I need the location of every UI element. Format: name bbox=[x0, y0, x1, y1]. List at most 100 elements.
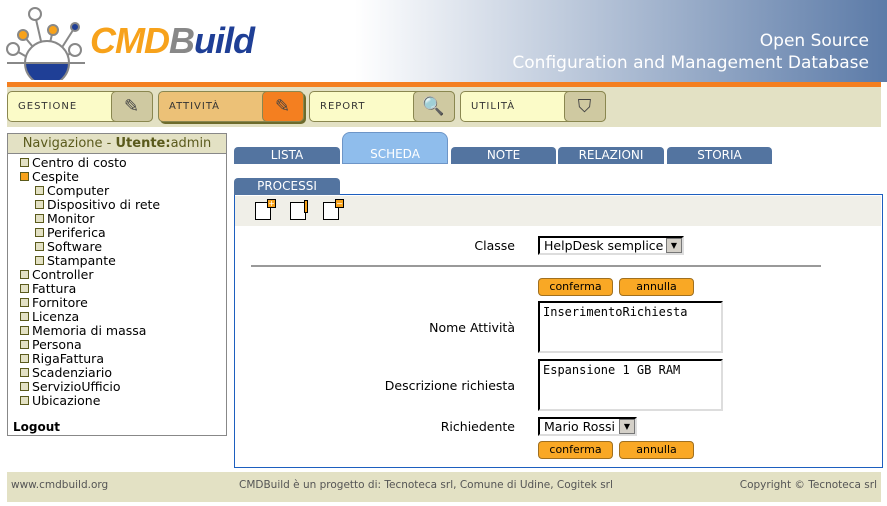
tree-item[interactable]: Persona bbox=[20, 338, 226, 352]
tab-lista[interactable]: LISTA bbox=[234, 147, 340, 164]
confirm-button[interactable]: conferma bbox=[538, 278, 613, 296]
tree-item-label: Software bbox=[47, 239, 103, 254]
expand-icon[interactable] bbox=[20, 298, 29, 307]
tree-item[interactable]: Controller bbox=[20, 268, 226, 282]
tree-item[interactable]: Stampante bbox=[20, 254, 226, 268]
remove-card-icon[interactable]: − bbox=[323, 199, 344, 220]
richiedente-select[interactable]: Mario Rossi ▼ bbox=[538, 417, 637, 436]
header: CMDBuild Open Source Configuration and Ma… bbox=[0, 0, 887, 82]
expand-icon[interactable] bbox=[35, 228, 44, 237]
tree-item[interactable]: Ubicazione bbox=[20, 394, 226, 408]
expand-icon[interactable] bbox=[20, 396, 29, 405]
tools-icon: ⛉ bbox=[564, 91, 606, 122]
expand-icon[interactable] bbox=[20, 326, 29, 335]
menu-attivita[interactable]: ATTIVITÀ ✎ bbox=[158, 91, 304, 122]
cmdbuild-logo-icon bbox=[6, 7, 85, 80]
confirm-button-bottom[interactable]: conferma bbox=[538, 441, 613, 459]
class-tree: Centro di costo Cespite Computer Dispositiv… bbox=[8, 156, 226, 408]
pen-icon: ✎ bbox=[262, 91, 304, 122]
expand-icon[interactable] bbox=[20, 382, 29, 391]
tab-scheda[interactable]: SCHEDA bbox=[342, 132, 448, 164]
expand-icon[interactable] bbox=[35, 214, 44, 223]
expand-icon[interactable] bbox=[20, 172, 29, 181]
footer-website-link[interactable]: www.cmdbuild.org bbox=[11, 472, 108, 499]
expand-icon[interactable] bbox=[35, 186, 44, 195]
tree-item-label: Persona bbox=[32, 337, 82, 352]
footer: www.cmdbuild.org CMDBuild è un progetto … bbox=[7, 472, 881, 502]
descrizione-field[interactable]: Espansione 1 GB RAM bbox=[538, 359, 723, 411]
tree-item-label: Controller bbox=[32, 267, 94, 282]
expand-icon[interactable] bbox=[20, 312, 29, 321]
expand-icon[interactable] bbox=[20, 158, 29, 167]
expand-icon[interactable] bbox=[20, 368, 29, 377]
tree-item[interactable]: Scadenziario bbox=[20, 366, 226, 380]
cancel-button[interactable]: annulla bbox=[619, 278, 694, 296]
toolbar: + − bbox=[235, 196, 881, 226]
tree-item[interactable]: Memoria di massa bbox=[20, 324, 226, 338]
pen-icon: ✎ bbox=[111, 91, 153, 122]
tab-note[interactable]: NOTE bbox=[451, 147, 556, 164]
expand-icon[interactable] bbox=[35, 256, 44, 265]
nome-attivita-field[interactable]: InserimentoRichiesta bbox=[538, 301, 723, 353]
richiedente-label: Richiedente bbox=[440, 419, 515, 434]
tree-item-label: Dispositivo di rete bbox=[47, 197, 161, 212]
logo-text: CMDBuild bbox=[90, 20, 255, 61]
edit-card-icon[interactable] bbox=[290, 200, 308, 220]
footer-credits: CMDBuild è un progetto di: Tecnoteca srl… bbox=[239, 479, 613, 491]
tree-item-label: ServizioUfficio bbox=[32, 379, 121, 394]
tree-item-label: Scadenziario bbox=[32, 365, 112, 380]
tree-item[interactable]: Monitor bbox=[20, 212, 226, 226]
tab-storia[interactable]: STORIA bbox=[667, 147, 772, 164]
tree-item-label: RigaFattura bbox=[32, 351, 104, 366]
tree-item[interactable]: Licenza bbox=[20, 310, 226, 324]
tree-item[interactable]: Cespite bbox=[20, 170, 226, 184]
classe-select[interactable]: HelpDesk semplice ▼ bbox=[538, 236, 684, 255]
tree-item[interactable]: ServizioUfficio bbox=[20, 380, 226, 394]
tree-item[interactable]: Software bbox=[20, 240, 226, 254]
tree-item[interactable]: Periferica bbox=[20, 226, 226, 240]
tab-processi[interactable]: PROCESSI bbox=[234, 178, 340, 195]
tree-item-label: Centro di costo bbox=[32, 155, 127, 170]
expand-icon[interactable] bbox=[20, 354, 29, 363]
tab-relazioni[interactable]: RELAZIONI bbox=[558, 147, 664, 164]
descrizione-label: Descrizione richiesta bbox=[384, 378, 515, 393]
chevron-down-icon: ▼ bbox=[619, 419, 635, 434]
tree-item[interactable]: Dispositivo di rete bbox=[20, 198, 226, 212]
tree-item-label: Fornitore bbox=[32, 295, 88, 310]
add-card-icon[interactable]: + bbox=[255, 199, 276, 220]
separator bbox=[251, 265, 821, 267]
tagline: Open Source Configuration and Management … bbox=[512, 31, 869, 73]
nome-attivita-label: Nome Attività bbox=[429, 320, 515, 335]
tree-item-label: Fattura bbox=[32, 281, 77, 296]
main-menu: GESTIONE ✎ ATTIVITÀ ✎ REPORT 🔍 UTILITÀ ⛉ bbox=[7, 87, 881, 127]
tree-item[interactable]: Fornitore bbox=[20, 296, 226, 310]
tree-item-label: Monitor bbox=[47, 211, 95, 226]
tree-item[interactable]: Centro di costo bbox=[20, 156, 226, 170]
expand-icon[interactable] bbox=[35, 242, 44, 251]
tree-item[interactable]: Computer bbox=[20, 184, 226, 198]
expand-icon[interactable] bbox=[20, 284, 29, 293]
classe-label: Classe bbox=[474, 238, 515, 253]
expand-icon[interactable] bbox=[35, 200, 44, 209]
chevron-down-icon: ▼ bbox=[666, 238, 682, 253]
cancel-button-bottom[interactable]: annulla bbox=[619, 441, 694, 459]
tree-item-label: Cespite bbox=[32, 169, 79, 184]
menu-report[interactable]: REPORT 🔍 bbox=[309, 91, 455, 122]
report-magnifier-icon: 🔍 bbox=[413, 91, 455, 122]
tree-item-label: Stampante bbox=[47, 253, 116, 268]
menu-gestione[interactable]: GESTIONE ✎ bbox=[7, 91, 153, 122]
tree-item[interactable]: Fattura bbox=[20, 282, 226, 296]
footer-copyright: Copyright © Tecnoteca srl bbox=[739, 479, 877, 491]
logout-link[interactable]: Logout bbox=[13, 420, 60, 434]
menu-utilita[interactable]: UTILITÀ ⛉ bbox=[460, 91, 606, 122]
tree-item-label: Periferica bbox=[47, 225, 106, 240]
expand-icon[interactable] bbox=[20, 270, 29, 279]
tree-item-label: Ubicazione bbox=[32, 393, 101, 408]
tree-item[interactable]: RigaFattura bbox=[20, 352, 226, 366]
tree-item-label: Licenza bbox=[32, 309, 80, 324]
nav-header: Navigazione - Utente:admin bbox=[8, 134, 226, 154]
expand-icon[interactable] bbox=[20, 340, 29, 349]
tree-item-label: Memoria di massa bbox=[32, 323, 147, 338]
navigation-panel: Navigazione - Utente:admin Centro di cos… bbox=[7, 133, 227, 436]
tree-item-label: Computer bbox=[47, 183, 110, 198]
